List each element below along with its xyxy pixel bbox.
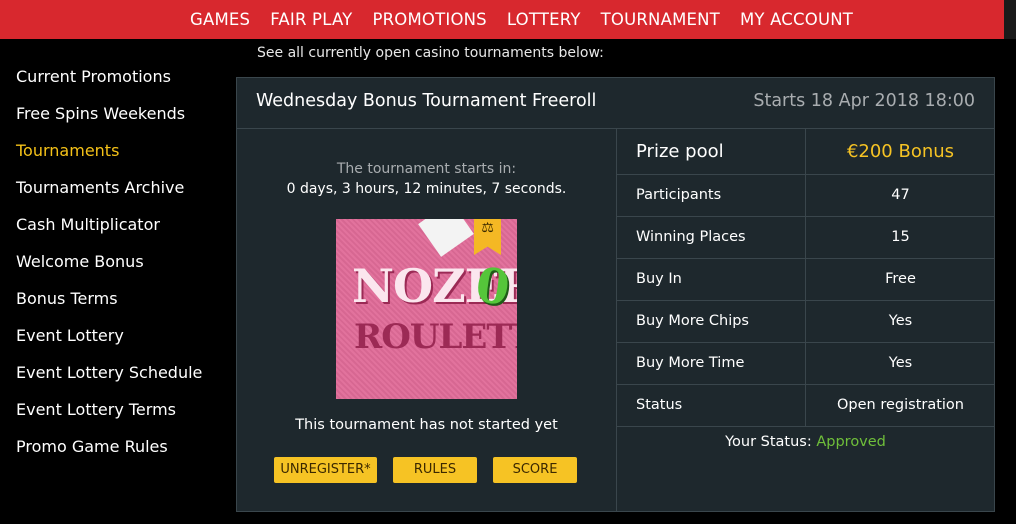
scrollbar[interactable] <box>1004 0 1016 39</box>
row-value: Yes <box>805 301 995 342</box>
row-label: Buy More Chips <box>636 313 749 329</box>
table-row: Buy More Time Yes <box>617 343 994 385</box>
sidebar: Current Promotions Free Spins Weekends T… <box>0 58 230 465</box>
sidebar-item-tournaments-archive[interactable]: Tournaments Archive <box>0 169 230 206</box>
sidebar-item-event-lottery-schedule[interactable]: Event Lottery Schedule <box>0 354 230 391</box>
your-status: Your Status: Approved <box>617 434 994 450</box>
table-row: Buy More Chips Yes <box>617 301 994 343</box>
tournament-state-text: This tournament has not started yet <box>295 417 558 433</box>
unregister-button[interactable]: UNREGISTER* <box>274 457 377 483</box>
row-value: Open registration <box>805 385 995 426</box>
score-button[interactable]: SCORE <box>493 457 577 483</box>
nav-item-promotions[interactable]: PROMOTIONS <box>372 10 486 29</box>
sidebar-item-tournaments[interactable]: Tournaments <box>0 132 230 169</box>
row-label: Buy More Time <box>636 355 745 371</box>
countdown-value: 0 days, 3 hours, 12 minutes, 7 seconds. <box>286 181 567 197</box>
sidebar-item-free-spins-weekends[interactable]: Free Spins Weekends <box>0 95 230 132</box>
row-label: Participants <box>636 187 722 203</box>
tournament-header: Wednesday Bonus Tournament Freeroll Star… <box>237 78 994 129</box>
tournament-title: Wednesday Bonus Tournament Freeroll <box>256 91 597 111</box>
table-row: Winning Places 15 <box>617 217 994 259</box>
row-value: 47 <box>805 175 995 216</box>
top-navigation: GAMES FAIR PLAY PROMOTIONS LOTTERY TOURN… <box>0 0 1016 39</box>
rules-button[interactable]: RULES <box>393 457 477 483</box>
fair-play-badge: ⚖ <box>474 219 501 255</box>
nav-item-fair-play[interactable]: FAIR PLAY <box>270 10 352 29</box>
row-label: Buy In <box>636 271 682 287</box>
prize-pool-row: Prize pool €200 Bonus <box>617 129 994 175</box>
paper-decoration <box>418 219 474 257</box>
table-row: Buy In Free <box>617 259 994 301</box>
intro-text: See all currently open casino tournament… <box>257 45 604 61</box>
sidebar-item-bonus-terms[interactable]: Bonus Terms <box>0 280 230 317</box>
table-row: Status Open registration <box>617 385 994 427</box>
row-value: Yes <box>805 343 995 384</box>
tournament-start-time: Starts 18 Apr 2018 18:00 <box>753 91 975 111</box>
sidebar-item-welcome-bonus[interactable]: Welcome Bonus <box>0 243 230 280</box>
tournament-game-column: The tournament starts in: 0 days, 3 hour… <box>237 129 617 511</box>
game-title-line2: ROULETTE <box>354 317 517 357</box>
nav-item-tournament[interactable]: TOURNAMENT <box>601 10 720 29</box>
sidebar-item-current-promotions[interactable]: Current Promotions <box>0 58 230 95</box>
sidebar-item-event-lottery-terms[interactable]: Event Lottery Terms <box>0 391 230 428</box>
row-label: Status <box>636 397 683 413</box>
your-status-label: Your Status: <box>725 434 812 450</box>
prize-pool-label: Prize pool <box>636 141 724 162</box>
table-row: Participants 47 <box>617 175 994 217</box>
countdown-label: The tournament starts in: <box>336 161 517 177</box>
sidebar-item-promo-game-rules[interactable]: Promo Game Rules <box>0 428 230 465</box>
nav-item-games[interactable]: GAMES <box>190 10 250 29</box>
tournament-panel: Wednesday Bonus Tournament Freeroll Star… <box>236 77 995 512</box>
row-value: Free <box>805 259 995 300</box>
nav-item-my-account[interactable]: MY ACCOUNT <box>740 10 853 29</box>
row-label: Winning Places <box>636 229 746 245</box>
nav-item-lottery[interactable]: LOTTERY <box>507 10 581 29</box>
tournament-info-table: Prize pool €200 Bonus Participants 47 Wi… <box>617 129 994 450</box>
game-thumbnail[interactable]: ⚖ NOZER 0 ROULETTE <box>336 219 517 399</box>
row-value: 15 <box>805 217 995 258</box>
top-navigation-menu: GAMES FAIR PLAY PROMOTIONS LOTTERY TOURN… <box>190 0 873 39</box>
sidebar-item-event-lottery[interactable]: Event Lottery <box>0 317 230 354</box>
sidebar-item-cash-multiplicator[interactable]: Cash Multiplicator <box>0 206 230 243</box>
scales-icon: ⚖ <box>481 220 494 236</box>
prize-pool-value: €200 Bonus <box>805 129 995 174</box>
your-status-value: Approved <box>816 434 886 450</box>
